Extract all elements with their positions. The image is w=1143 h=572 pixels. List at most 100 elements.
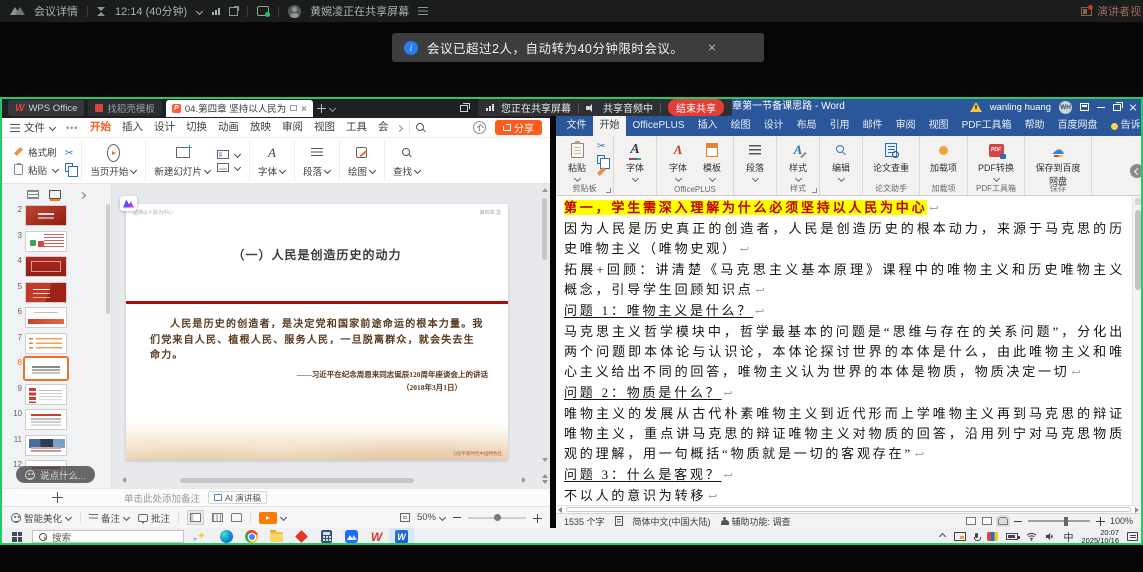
scrollbar-thumb[interactable] <box>566 507 1131 512</box>
scroll-left-icon[interactable] <box>558 507 562 513</box>
accessibility-status[interactable]: 辅助功能: 调查 <box>721 515 791 528</box>
warning-icon[interactable] <box>970 102 982 112</box>
cut-icon[interactable] <box>65 149 73 159</box>
slide-thumbnail-row[interactable]: 9 <box>2 384 111 405</box>
zoom-slider[interactable] <box>468 517 526 519</box>
presenter-view-label[interactable]: 演讲者视 <box>1097 3 1141 19</box>
find-button[interactable]: 查找 <box>393 144 421 178</box>
collapse-panel-button[interactable] <box>1130 164 1143 178</box>
word-ribbon-tab[interactable]: OfficePLUS <box>626 116 691 136</box>
tab-list-chevron-icon[interactable] <box>329 106 336 111</box>
paragraph-button[interactable]: 段落 <box>741 140 769 182</box>
paste-button[interactable]: 粘贴 <box>14 163 59 177</box>
panel-scrollbar[interactable] <box>106 204 110 314</box>
fit-slide-icon[interactable] <box>400 513 410 522</box>
wps-ribbon-tab[interactable]: 开始 <box>84 118 116 137</box>
pdf-convert-button[interactable]: PDF转换 <box>975 140 1017 182</box>
draw-button[interactable]: 绘图 <box>348 144 376 178</box>
document-horizontal-scrollbar[interactable] <box>556 505 1141 513</box>
slide-sorter-view-icon[interactable] <box>212 513 223 522</box>
word-ribbon-tab[interactable]: 视图 <box>922 116 955 136</box>
word-ribbon-tab[interactable]: 邮件 <box>856 116 889 136</box>
wps-cloud-tray-icon[interactable] <box>987 532 998 541</box>
display-tray-icon[interactable] <box>954 532 966 541</box>
action-center-icon[interactable] <box>1127 532 1138 541</box>
wps-ai-button[interactable] <box>120 196 137 211</box>
word-ribbon-tab[interactable]: 引用 <box>823 116 856 136</box>
word-ribbon-tab[interactable]: 布局 <box>790 116 823 136</box>
zoom-in-icon[interactable] <box>1096 517 1104 525</box>
slide-attribution[interactable]: ——习近平在纪念周恩来同志诞辰120周年座谈会上的讲话 <box>146 369 488 380</box>
search-icon[interactable] <box>416 123 426 133</box>
document-body[interactable]: 第一，学生需深入理解为什么必须坚持以人民为中心↩ 因为人民是历史真正的创造者，人… <box>564 198 1125 505</box>
input-method-indicator[interactable]: 中 <box>1063 529 1073 544</box>
copy-icon[interactable] <box>65 163 73 172</box>
slide-layout-button[interactable] <box>217 150 241 159</box>
panel-expand-chevron-icon[interactable] <box>79 192 86 197</box>
smart-beautify-button[interactable]: 智能美化 <box>11 511 72 525</box>
taskbar-word-button[interactable] <box>389 528 414 545</box>
wps-restore-icon[interactable] <box>460 105 468 112</box>
addins-button[interactable]: 加载项 <box>927 140 960 175</box>
doc-paragraph[interactable]: 拓展+回顾：讲清楚《马克思主义基本原理》课程中的唯物主义和历史唯物主义概念，引导… <box>564 260 1125 301</box>
new-tab-icon[interactable] <box>317 104 325 112</box>
slideshow-button[interactable] <box>259 512 287 524</box>
notes-placeholder[interactable]: 单击此处添加备注 <box>124 491 200 505</box>
doc-paragraph[interactable]: 问题 1：唯物主义是什么？↩ <box>564 301 1125 322</box>
slide-thumbnail-row[interactable]: 2 <box>2 205 111 226</box>
slide-thumbnail-preview[interactable] <box>25 409 67 430</box>
scroll-down-icon[interactable] <box>542 458 548 462</box>
wps-ribbon-tab[interactable]: 设计 <box>148 118 180 137</box>
taskbar-wps-button[interactable] <box>364 528 389 545</box>
zoom-out-icon[interactable] <box>453 517 461 518</box>
play-from-current-button[interactable]: 当页开始 <box>90 144 137 178</box>
wps-ribbon-tab[interactable]: 工具 <box>340 118 372 137</box>
slide-thumbnail-row[interactable]: 7 <box>2 333 111 354</box>
meeting-timer[interactable]: 12:14 (40分钟) <box>115 3 187 19</box>
taskbar-explorer-button[interactable] <box>264 528 289 545</box>
slide-thumbnail-row[interactable]: 11 <box>2 435 111 456</box>
slide-thumbnail-preview[interactable] <box>25 205 67 226</box>
font-button[interactable]: 字体 <box>258 144 286 178</box>
zoom-level[interactable]: 100% <box>1110 516 1133 526</box>
tab-close-icon[interactable] <box>301 105 307 111</box>
taskbar-search-box[interactable]: 搜索 <box>32 530 184 543</box>
slide-thumbnail-row[interactable]: 8 <box>2 358 111 379</box>
zoom-in-icon[interactable] <box>533 514 541 522</box>
wps-share-button[interactable]: 分享 <box>495 120 542 135</box>
slide-thumbnail-row[interactable]: 10 <box>2 409 111 430</box>
wps-ribbon-tab[interactable]: 插入 <box>116 118 148 137</box>
slide-thumbnail-preview[interactable] <box>25 256 67 277</box>
scrollbar-thumb[interactable] <box>1135 210 1141 290</box>
editing-button[interactable]: 编辑 <box>827 140 855 182</box>
print-layout-icon[interactable] <box>982 517 992 525</box>
template-button[interactable]: 模板 <box>698 140 726 182</box>
wps-ribbon-tab[interactable]: 视图 <box>308 118 340 137</box>
wps-file-menu[interactable]: 文件 <box>10 120 60 135</box>
cut-icon[interactable] <box>597 142 606 152</box>
slide-date[interactable]: （2018年3月1日） <box>172 382 462 393</box>
doc-paragraph[interactable]: 唯物主义的发展从古代朴素唯物主义到近代形而上学唯物主义再到马克思的辩证唯物主义，… <box>564 404 1125 465</box>
tray-expand-icon[interactable] <box>939 534 946 539</box>
wps-ribbon-tab[interactable]: 切换 <box>180 118 212 137</box>
close-icon[interactable] <box>1129 103 1137 111</box>
volume-icon[interactable] <box>1045 532 1055 541</box>
new-slide-button[interactable]: 新建幻灯片 <box>154 144 211 178</box>
copilot-sparkle-icon[interactable] <box>190 528 214 545</box>
slide-thumbnail-preview[interactable] <box>25 333 67 354</box>
taskbar-chrome-button[interactable] <box>239 528 264 545</box>
slide-thumbnail-preview[interactable] <box>25 435 67 456</box>
slide-body-text[interactable]: 人民是历史的创造者，是决定党和国家前途命运的根本力量。我们党来自人民、植根人民、… <box>150 317 484 364</box>
read-mode-icon[interactable] <box>966 517 976 525</box>
zoom-out-icon[interactable] <box>1014 521 1022 522</box>
signed-in-user[interactable]: wanling huang <box>990 102 1051 113</box>
scrollbar-thumb[interactable] <box>542 198 547 260</box>
officeplus-font-button[interactable]: 字体 <box>664 140 692 182</box>
paragraph-button[interactable]: 段落 <box>303 144 331 178</box>
scrollbar-nub[interactable] <box>1135 198 1141 205</box>
restore-icon[interactable] <box>1113 104 1121 111</box>
outline-view-icon[interactable] <box>27 190 39 199</box>
open-external-icon[interactable] <box>229 7 238 16</box>
doc-paragraph[interactable]: 问题 3：什么是客观？↩ <box>564 465 1125 486</box>
taskbar-edge-button[interactable] <box>214 528 239 545</box>
